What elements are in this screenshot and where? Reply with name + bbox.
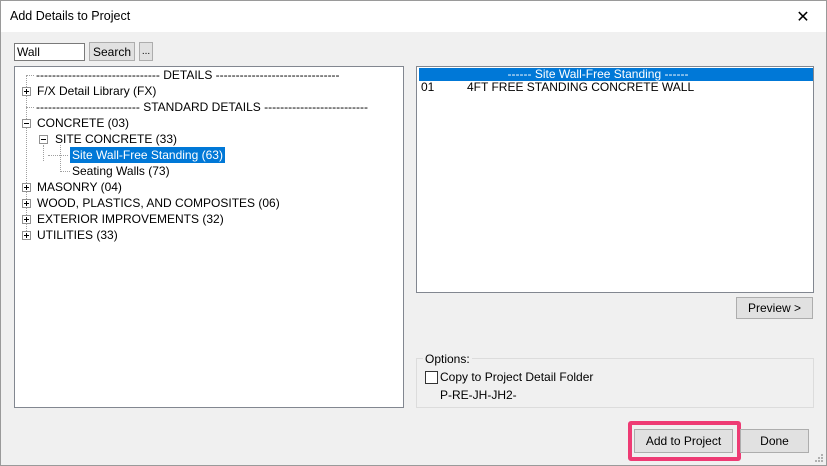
tree-item-standard-header[interactable]: -------------------------- STANDARD DETA… [15, 99, 403, 115]
tree-item-wood-plastics[interactable]: WOOD, PLASTICS, AND COMPOSITES (06) [15, 195, 403, 211]
expand-icon[interactable] [22, 231, 31, 240]
search-button[interactable]: Search [89, 42, 135, 61]
tree-item-concrete[interactable]: CONCRETE (03) [15, 115, 403, 131]
tree-item-label: Site Wall-Free Standing (63) [70, 147, 225, 163]
tree-item-fx-library[interactable]: F/X Detail Library (FX) [15, 83, 403, 99]
tree-item-label: CONCRETE (03) [37, 116, 130, 130]
title-bar: Add Details to Project ✕ [1, 1, 826, 32]
resize-grip-icon[interactable] [813, 452, 823, 462]
tree-item-exterior-improvements[interactable]: EXTERIOR IMPROVEMENTS (32) [15, 211, 403, 227]
add-details-dialog: Add Details to Project ✕ Search ... ----… [0, 0, 827, 466]
collapse-icon[interactable] [22, 119, 31, 128]
expand-icon[interactable] [22, 183, 31, 192]
detail-category-tree[interactable]: ------------------------------- DETAILS … [14, 66, 404, 408]
copy-to-project-label[interactable]: Copy to Project Detail Folder [440, 370, 593, 384]
tree-item-seating-walls[interactable]: Seating Walls (73) [15, 163, 403, 179]
close-icon: ✕ [796, 8, 810, 26]
tree-item-label: UTILITIES (33) [37, 228, 118, 242]
more-options-button[interactable]: ... [139, 42, 153, 61]
tree-item-label: MASONRY (04) [37, 180, 122, 194]
collapse-icon[interactable] [39, 135, 48, 144]
detail-number: 01 [421, 80, 435, 94]
tree-item-label: EXTERIOR IMPROVEMENTS (32) [37, 212, 224, 226]
tree-item-masonry[interactable]: MASONRY (04) [15, 179, 403, 195]
tree-item-label: -------------------------- STANDARD DETA… [36, 100, 369, 114]
search-input[interactable] [14, 43, 85, 61]
expand-icon[interactable] [22, 87, 31, 96]
add-to-project-button[interactable]: Add to Project [634, 429, 733, 453]
preview-button[interactable]: Preview > [736, 297, 813, 319]
tree-item-label: Seating Walls (73) [72, 164, 170, 178]
tree-item-label: SITE CONCRETE (33) [55, 132, 178, 146]
tree-item-label: F/X Detail Library (FX) [37, 84, 157, 98]
dialog-title: Add Details to Project [10, 9, 131, 23]
done-button[interactable]: Done [740, 429, 809, 453]
tree-item-details-header[interactable]: ------------------------------- DETAILS … [15, 67, 403, 83]
tree-item-site-concrete[interactable]: SITE CONCRETE (33) [15, 131, 403, 147]
tree-item-site-wall-free-standing[interactable]: Site Wall-Free Standing (63) [15, 147, 403, 163]
expand-icon[interactable] [22, 199, 31, 208]
close-button[interactable]: ✕ [780, 1, 826, 32]
tree-item-label: WOOD, PLASTICS, AND COMPOSITES (06) [37, 196, 280, 210]
detail-name: 4FT FREE STANDING CONCRETE WALL [467, 80, 695, 94]
options-label: Options: [423, 352, 472, 366]
detail-list[interactable]: ------ Site Wall-Free Standing ------ 01… [416, 66, 814, 293]
expand-icon[interactable] [22, 215, 31, 224]
tree-item-utilities[interactable]: UTILITIES (33) [15, 227, 403, 243]
project-folder-name: P-RE-JH-JH2- [440, 388, 517, 402]
tree-item-label: ------------------------------- DETAILS … [36, 68, 340, 82]
copy-to-project-checkbox[interactable] [425, 371, 438, 384]
list-item[interactable]: 01 4FT FREE STANDING CONCRETE WALL [419, 81, 813, 94]
